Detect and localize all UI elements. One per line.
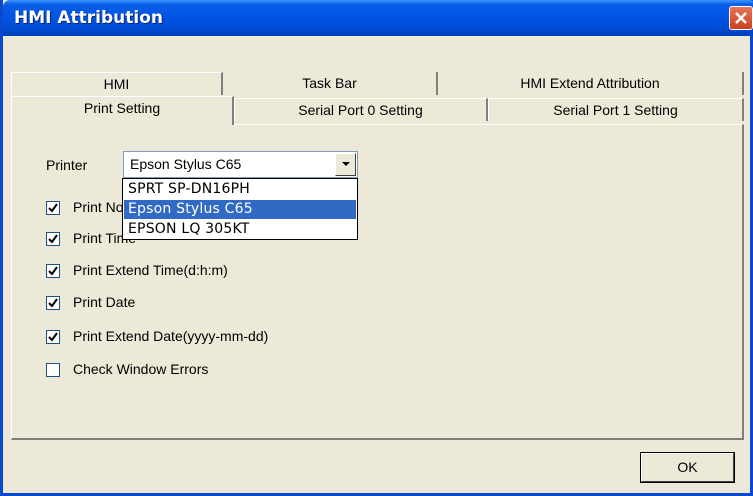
checkbox-label: Print No — [73, 199, 124, 215]
tab-serial-port-1-setting[interactable]: Serial Port 1 Setting — [488, 98, 744, 121]
tab-hmi[interactable]: HMI — [11, 72, 223, 95]
printer-label: Printer — [46, 157, 88, 173]
checkmark-icon — [48, 203, 58, 213]
checkbox-box[interactable] — [46, 330, 60, 344]
tab-print-setting[interactable]: Print Setting — [11, 96, 234, 125]
close-icon — [735, 12, 747, 24]
printer-select-value: Epson Stylus C65 — [130, 156, 242, 172]
checkbox-box[interactable] — [46, 296, 60, 310]
ok-button[interactable]: OK — [640, 452, 735, 483]
checkbox-box[interactable] — [46, 264, 60, 278]
checkbox-box[interactable] — [46, 201, 60, 215]
dropdown-option[interactable]: SPRT SP-DN16PH — [124, 180, 356, 199]
dropdown-option[interactable]: EPSON LQ 305KT — [124, 220, 356, 239]
printer-select[interactable]: Epson Stylus C65 — [123, 151, 358, 178]
close-button[interactable] — [729, 6, 753, 30]
tab-panel — [11, 124, 744, 440]
tab-hmi-extend-attribution[interactable]: HMI Extend Attribution — [438, 72, 744, 95]
checkmark-icon — [48, 332, 58, 342]
checkbox-label: Print Extend Time(d:h:m) — [73, 262, 228, 278]
checkmark-icon — [48, 298, 58, 308]
title-bar[interactable]: HMI Attribution — [3, 0, 753, 36]
chevron-down-icon — [342, 162, 350, 166]
tab-task-bar[interactable]: Task Bar — [223, 72, 438, 95]
tab-serial-port-0-setting[interactable]: Serial Port 0 Setting — [234, 98, 488, 121]
dropdown-button[interactable] — [335, 153, 356, 176]
printer-dropdown-list: SPRT SP-DN16PH Epson Stylus C65 EPSON LQ… — [122, 178, 358, 240]
checkbox-label: Print Extend Date(yyyy-mm-dd) — [73, 328, 269, 344]
checkbox-label: Print Date — [73, 294, 136, 310]
checkmark-icon — [48, 266, 58, 276]
dropdown-option-selected[interactable]: Epson Stylus C65 — [124, 200, 356, 219]
checkbox-box[interactable] — [46, 232, 60, 246]
checkbox-label: Check Window Errors — [73, 361, 209, 377]
active-tab-join — [12, 124, 232, 126]
checkbox-box[interactable] — [46, 363, 60, 377]
checkmark-icon — [48, 234, 58, 244]
window-title: HMI Attribution — [14, 8, 164, 28]
